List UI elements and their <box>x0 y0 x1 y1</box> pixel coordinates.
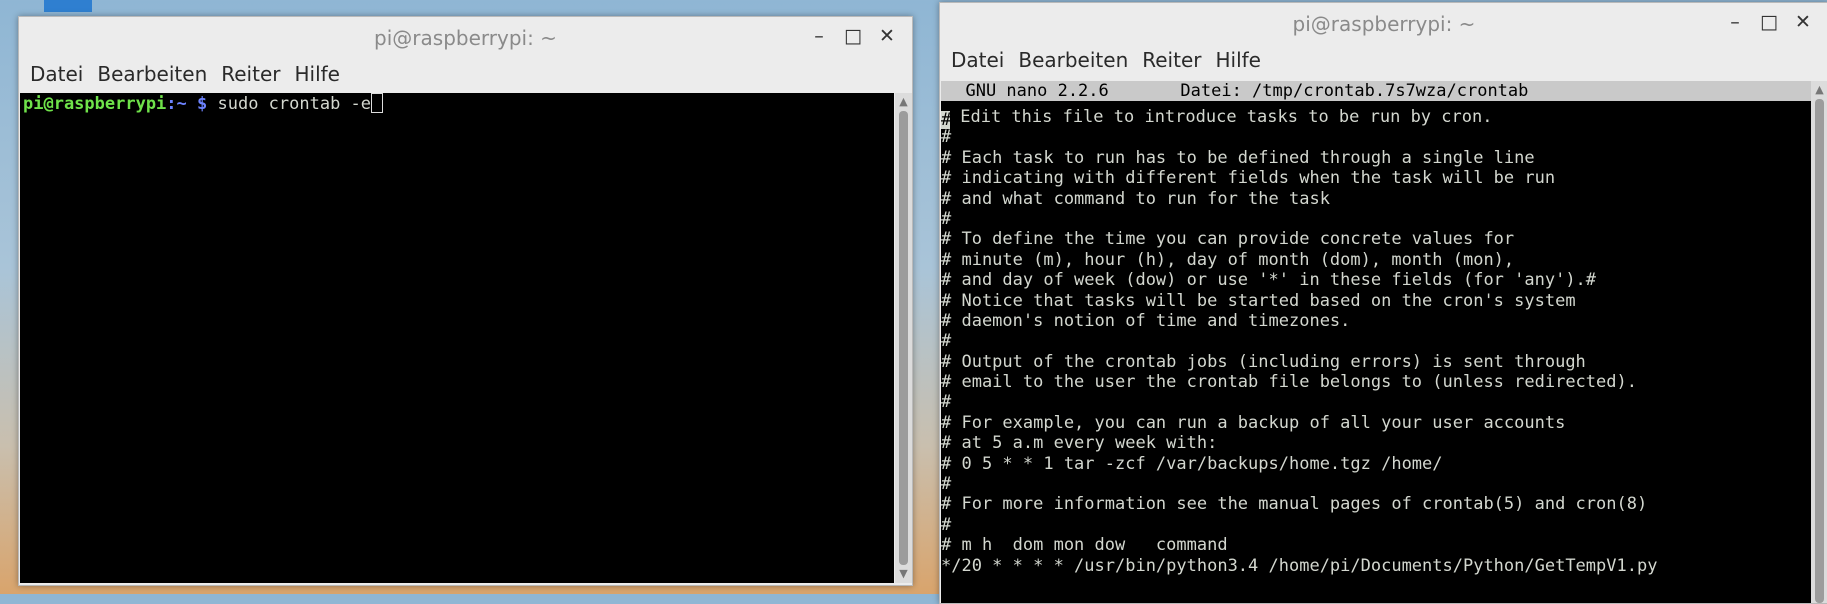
scroll-up-icon[interactable]: ▲ <box>1811 83 1827 97</box>
text-cursor <box>371 93 384 113</box>
editor-line: # For more information see the manual pa… <box>941 494 1648 515</box>
editor-line: # To define the time you can provide con… <box>941 229 1515 250</box>
editor-line: # <box>941 474 952 495</box>
editor-line: # <box>941 514 952 535</box>
editor-line: # <box>941 331 952 352</box>
editor-line: # and what command to run for the task <box>941 188 1330 209</box>
editor-line: # Each task to run has to be defined thr… <box>941 147 1535 168</box>
editor-line: # and day of week (dow) or use '*' in th… <box>941 270 1597 291</box>
menu-datei[interactable]: Datei <box>951 48 1018 72</box>
scrollbar-thumb[interactable] <box>899 111 908 565</box>
first-line-text: Edit this file to introduce tasks to be … <box>950 107 1493 127</box>
editor-line: # Edit this file to introduce tasks to b… <box>941 107 1811 130</box>
window-title: pi@raspberrypi: ~ <box>1292 12 1476 36</box>
prompt-line: pi@raspberrypi:~ $ sudo crontab -e <box>20 93 894 114</box>
scrollbar-thumb[interactable] <box>1815 99 1824 603</box>
editor-line: # 0 5 * * 1 tar -zcf /var/backups/home.t… <box>941 453 1443 474</box>
menu-reiter[interactable]: Reiter <box>1142 48 1215 72</box>
minimize-button[interactable]: – <box>804 23 834 49</box>
menu-hilfe[interactable]: Hilfe <box>294 62 354 86</box>
minimize-button[interactable]: – <box>1720 9 1750 35</box>
menu-bearbeiten[interactable]: Bearbeiten <box>97 62 221 86</box>
editor-line: # Output of the crontab jobs (including … <box>941 351 1586 372</box>
editor-line: # minute (m), hour (h), day of month (do… <box>941 249 1515 270</box>
close-button[interactable]: ✕ <box>872 23 902 49</box>
text-cursor: # <box>941 110 952 130</box>
vertical-scrollbar[interactable]: ▲ <box>1811 81 1827 603</box>
menu-bar: Datei Bearbeiten Reiter Hilfe <box>940 43 1827 77</box>
maximize-button[interactable]: □ <box>1754 9 1784 35</box>
editor-line: # For example, you can run a backup of a… <box>941 412 1566 433</box>
prompt-user-host: pi@raspberrypi <box>23 94 167 114</box>
scroll-up-icon[interactable]: ▲ <box>895 95 912 109</box>
terminal-window-left: pi@raspberrypi: ~ – □ ✕ Datei Bearbeiten… <box>18 16 913 586</box>
editor-line: # <box>941 392 952 413</box>
menu-bearbeiten[interactable]: Bearbeiten <box>1018 48 1142 72</box>
title-bar[interactable]: pi@raspberrypi: ~ – □ ✕ <box>19 17 912 57</box>
desktop-icon[interactable] <box>44 0 92 12</box>
editor-line: # email to the user the crontab file bel… <box>941 372 1637 393</box>
scroll-down-icon[interactable]: ▼ <box>895 567 912 581</box>
menu-bar: Datei Bearbeiten Reiter Hilfe <box>19 57 912 91</box>
menu-hilfe[interactable]: Hilfe <box>1215 48 1275 72</box>
menu-datei[interactable]: Datei <box>30 62 97 86</box>
window-title: pi@raspberrypi: ~ <box>374 26 557 50</box>
editor-line: # Notice that tasks will be started base… <box>941 290 1576 311</box>
editor-line: # at 5 a.m every week with: <box>941 433 1218 454</box>
nano-header: GNU nano 2.2.6 Datei: /tmp/crontab.7s7wz… <box>941 81 1811 101</box>
editor-line: # <box>941 127 952 148</box>
editor-line: # indicating with different fields when … <box>941 168 1556 189</box>
close-button[interactable]: ✕ <box>1788 9 1818 35</box>
editor-line: # <box>941 208 952 229</box>
title-bar[interactable]: pi@raspberrypi: ~ – □ ✕ <box>940 3 1827 43</box>
editor-line: # m h dom mon dow command <box>941 535 1228 556</box>
maximize-button[interactable]: □ <box>838 23 868 49</box>
editor-line: */20 * * * * /usr/bin/python3.4 /home/pi… <box>941 555 1658 576</box>
editor-line: # daemon's notion of time and timezones. <box>941 310 1351 331</box>
terminal-window-right: pi@raspberrypi: ~ – □ ✕ Datei Bearbeiten… <box>939 2 1827 604</box>
typed-command: sudo crontab -e <box>217 94 372 114</box>
vertical-scrollbar[interactable]: ▲ ▼ <box>895 93 912 583</box>
terminal-area[interactable]: pi@raspberrypi:~ $ sudo crontab -e <box>20 93 894 583</box>
menu-reiter[interactable]: Reiter <box>221 62 294 86</box>
prompt-path: :~ $ <box>166 94 208 114</box>
nano-editor[interactable]: GNU nano 2.2.6 Datei: /tmp/crontab.7s7wz… <box>941 81 1811 603</box>
